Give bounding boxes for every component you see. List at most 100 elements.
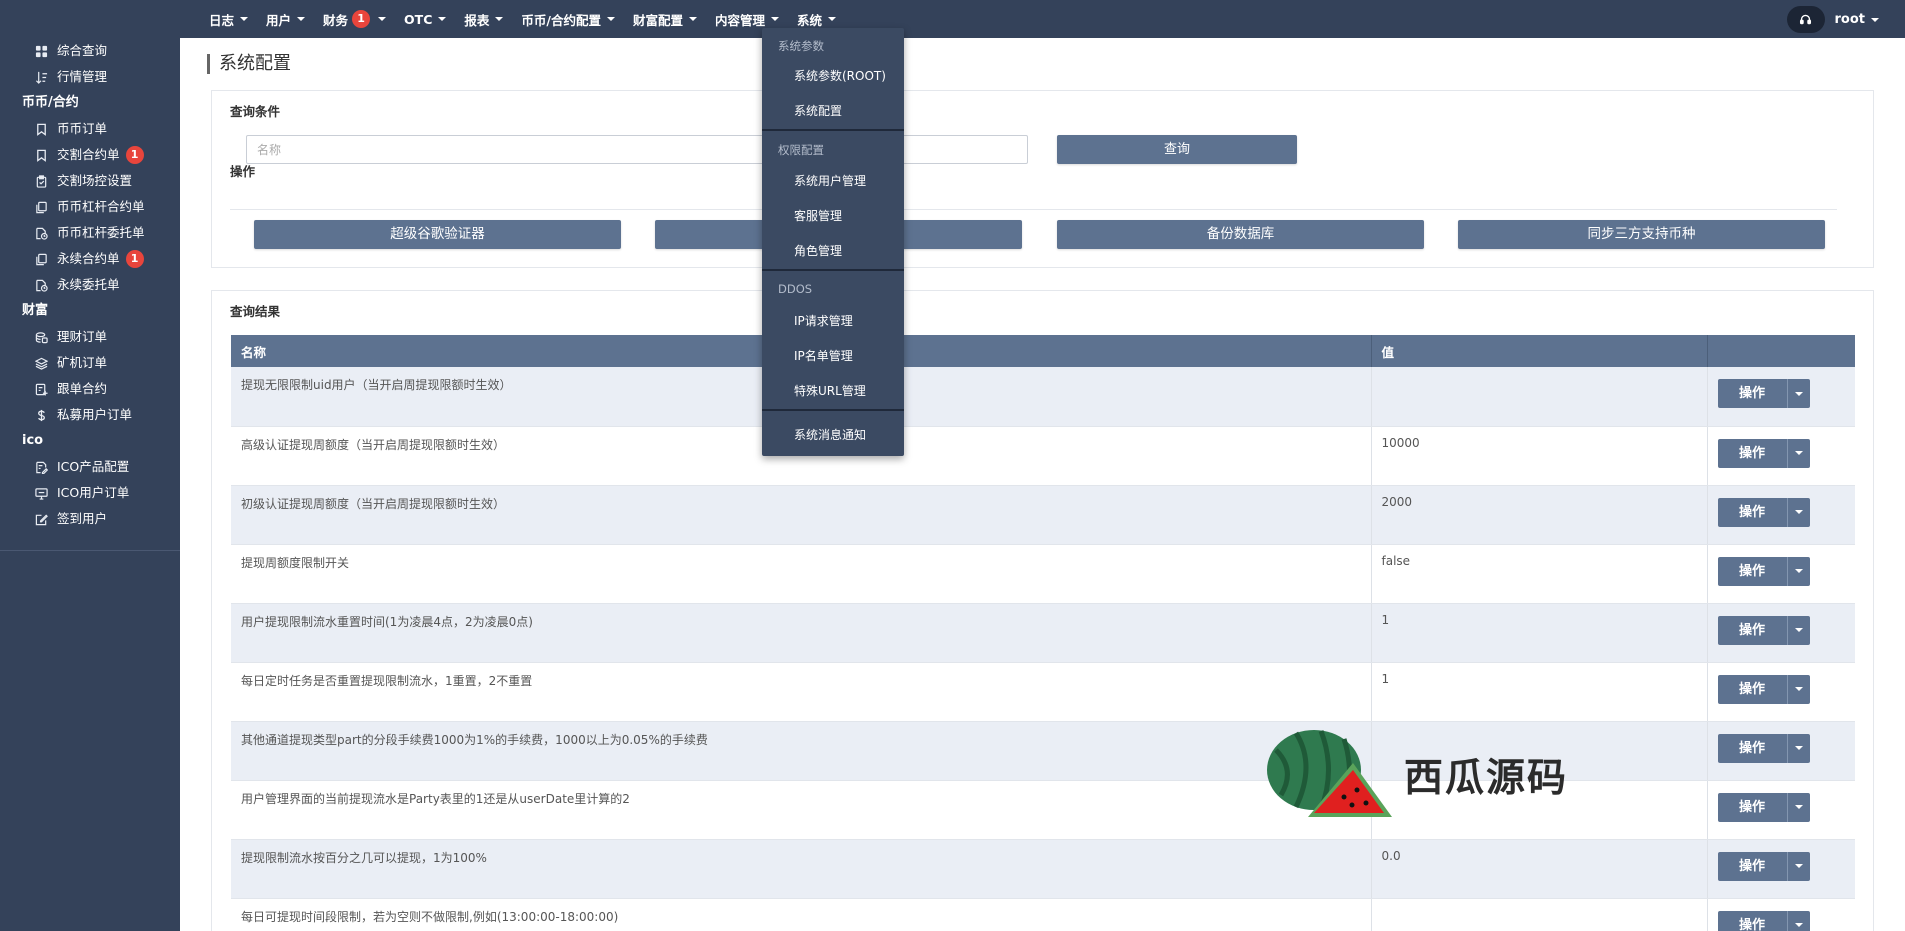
sidebar-item[interactable]: 理财订单 (0, 324, 180, 350)
sidebar-item-label: 行情管理 (57, 69, 108, 84)
cell-actions: 操作 (1707, 898, 1855, 931)
cell-value: 0.0 (1371, 839, 1708, 899)
menu-item-roles[interactable]: 角色管理 (794, 242, 842, 259)
sidebar-item[interactable]: 交割合约单 1 (0, 142, 180, 168)
sidebar-item[interactable]: 币币杠杆合约单 (0, 194, 180, 220)
top-nav-label: 内容管理 (714, 12, 765, 28)
menu-item-system-notifications[interactable]: 系统消息通知 (794, 426, 866, 443)
top-nav-label: 用户 (266, 12, 292, 28)
cell-actions: 操作 (1707, 485, 1855, 545)
action-button[interactable]: 操作 (1717, 733, 1787, 763)
name-search-input[interactable] (246, 135, 1028, 164)
cell-value: 1 (1371, 603, 1708, 663)
action-dropdown-toggle[interactable] (1786, 615, 1810, 645)
action-button[interactable]: 操作 (1717, 674, 1787, 704)
action-dropdown-toggle[interactable] (1786, 851, 1810, 881)
cell-actions: 操作 (1707, 603, 1855, 663)
chevron-down-icon (771, 17, 779, 21)
top-nav-menu: 日志 用户 财务 1 OTC 报表 币币/合约配置 财富配置 内容管理 系统 (180, 0, 845, 38)
user-menu[interactable]: root (1835, 12, 1879, 27)
menu-item-system-users[interactable]: 系统用户管理 (794, 172, 866, 189)
top-nav-item[interactable]: 报表 (455, 0, 512, 38)
cell-actions: 操作 (1707, 780, 1855, 840)
table-row: 每日定时任务是否重置提现限制流水，1重置，2不重置 1 操作 (231, 662, 1855, 722)
sidebar-item[interactable]: 交割场控设置 (0, 168, 180, 194)
sidebar-item[interactable]: 私募用户订单 (0, 402, 180, 428)
chevron-down-icon (1794, 628, 1803, 632)
query-button[interactable]: 查询 (1057, 135, 1297, 164)
count-badge: 1 (125, 146, 144, 164)
action-dropdown-toggle[interactable] (1786, 674, 1810, 704)
coins-icon (34, 330, 48, 344)
action-dropdown-toggle[interactable] (1786, 792, 1810, 822)
sidebar-item[interactable]: ICO用户订单 (0, 480, 180, 506)
backup-database-button[interactable]: 备份数据库 (1057, 220, 1424, 249)
action-button-group: 操作 (1717, 379, 1846, 408)
action-button[interactable]: 操作 (1717, 556, 1787, 586)
action-button[interactable]: 操作 (1717, 438, 1787, 468)
menu-item-ip-list[interactable]: IP名单管理 (794, 347, 853, 364)
sidebar-item[interactable]: 币币杠杆委托单 (0, 220, 180, 246)
sidebar-item[interactable]: 永续合约单 1 (0, 246, 180, 272)
action-dropdown-toggle[interactable] (1786, 438, 1810, 468)
menu-item-system-params-root[interactable]: 系统参数(ROOT) (794, 67, 886, 84)
file-edit-icon (34, 460, 48, 474)
chevron-down-icon (297, 17, 306, 21)
menu-item-ip-requests[interactable]: IP请求管理 (794, 312, 853, 329)
sync-currencies-button[interactable]: 同步三方支持币种 (1458, 220, 1825, 249)
action-button[interactable]: 操作 (1717, 379, 1787, 408)
menu-divider (762, 269, 904, 271)
sidebar-item[interactable]: ICO产品配置 (0, 454, 180, 480)
table-row: 提现无限限制uid用户（当开启周提现限额时生效） 操作 (231, 367, 1855, 427)
sidebar-item-label: 交割场控设置 (57, 173, 133, 188)
cell-name: 其他通道提现类型part的分段手续费1000为1%的手续费，1000以上为0.0… (231, 721, 1372, 781)
action-button[interactable]: 操作 (1717, 851, 1787, 881)
top-nav-item[interactable]: 币币/合约配置 (512, 0, 624, 38)
action-dropdown-toggle[interactable] (1786, 497, 1810, 527)
sidebar-item[interactable]: 币币订单 (0, 116, 180, 142)
action-button-group: 操作 (1717, 792, 1846, 822)
google-authenticator-button[interactable]: 超级谷歌验证器 (254, 220, 621, 249)
top-nav-item[interactable]: 财富配置 (624, 0, 706, 38)
action-button[interactable]: 操作 (1717, 615, 1787, 645)
table-row: 提现限制流水按百分之几可以提现，1为100% 0.0 操作 (231, 839, 1855, 899)
top-nav-label: 财富配置 (632, 12, 683, 28)
results-panel: 查询结果 名称 值 提现无限限制uid用户（当开启周提现限额时生效） 操作 高级认证… (211, 290, 1874, 931)
sidebar-item[interactable]: 签到用户 (0, 506, 180, 532)
bookmark-icon (34, 148, 48, 162)
top-nav-item[interactable]: 财务 1 (314, 0, 395, 38)
top-nav-item[interactable]: 日志 (200, 0, 257, 38)
top-navbar: 日志 用户 财务 1 OTC 报表 币币/合约配置 财富配置 内容管理 系统 root (180, 0, 1905, 38)
action-dropdown-toggle[interactable] (1786, 556, 1810, 586)
sidebar-item[interactable]: 跟单合约 (0, 376, 180, 402)
action-dropdown-toggle[interactable] (1786, 910, 1810, 931)
sidebar-item[interactable]: 综合查询 (0, 38, 180, 64)
menu-item-customer-service[interactable]: 客服管理 (794, 207, 842, 224)
sidebar-item[interactable]: 行情管理 (0, 64, 180, 90)
action-button[interactable]: 操作 (1717, 910, 1787, 931)
action-button-group: 操作 (1717, 910, 1846, 931)
chevron-down-icon (495, 17, 504, 21)
action-dropdown-toggle[interactable] (1786, 733, 1810, 763)
menu-item-system-config[interactable]: 系统配置 (794, 102, 842, 119)
chevron-down-icon (1794, 864, 1803, 868)
sidebar-item-label: ICO用户订单 (57, 485, 130, 500)
action-dropdown-toggle[interactable] (1786, 379, 1810, 408)
sidebar-section-label: ico (22, 433, 44, 448)
chevron-down-icon (378, 17, 387, 21)
cell-name: 提现限制流水按百分之几可以提现，1为100% (231, 839, 1372, 899)
watermark-text: 西瓜源码 (1404, 756, 1569, 801)
menu-divider (762, 129, 904, 131)
top-nav-item[interactable]: 用户 (257, 0, 314, 38)
headset-icon[interactable] (1786, 6, 1825, 33)
sidebar-item-label: 交割合约单 (57, 147, 120, 162)
column-header-actions (1707, 335, 1855, 367)
sort-icon (34, 70, 48, 84)
top-nav-item[interactable]: OTC (395, 0, 455, 38)
action-button[interactable]: 操作 (1717, 792, 1787, 822)
sidebar-item-label: 币币杠杆委托单 (57, 225, 145, 240)
sidebar-item[interactable]: 矿机订单 (0, 350, 180, 376)
action-button[interactable]: 操作 (1717, 497, 1787, 527)
sidebar-item[interactable]: 永续委托单 (0, 272, 180, 298)
menu-item-special-url[interactable]: 特殊URL管理 (794, 382, 866, 399)
